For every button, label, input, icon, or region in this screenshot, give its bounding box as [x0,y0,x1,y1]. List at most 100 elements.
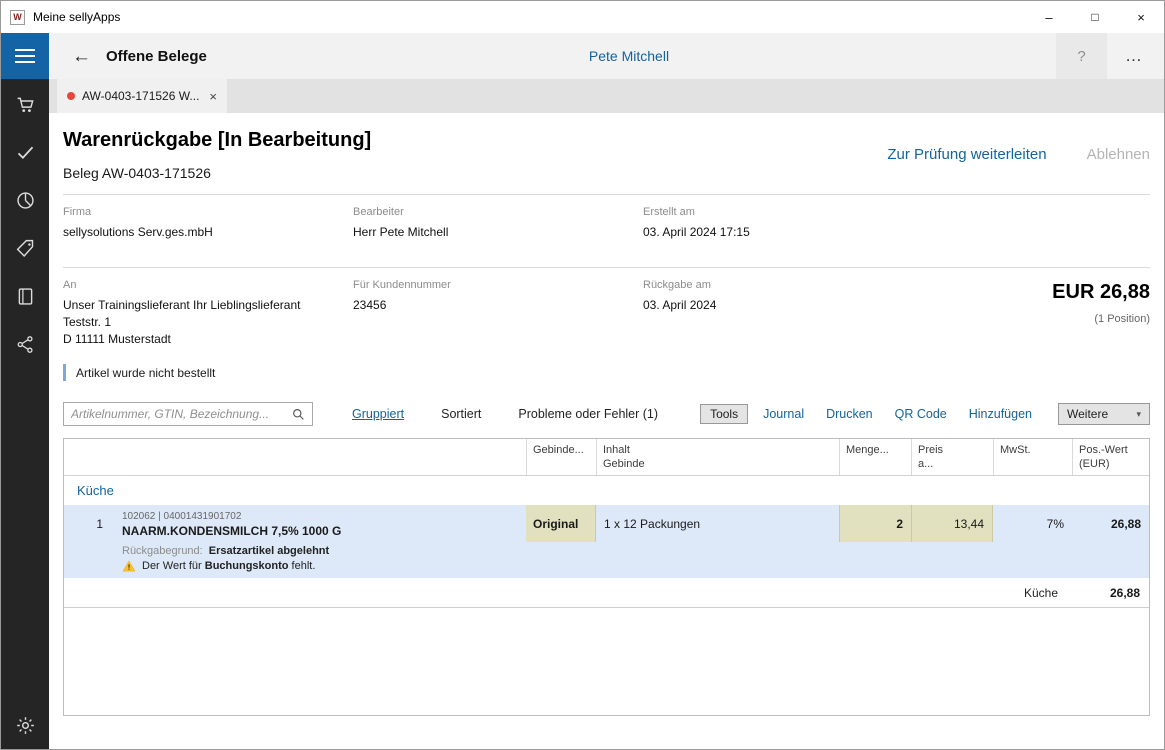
item-toolbar: Gruppiert Sortiert Probleme oder Fehler … [63,402,1150,426]
back-arrow-icon: ← [72,46,91,67]
field-value: Herr Pete Mitchell [353,224,643,241]
field-label: Erstellt am [643,206,1150,218]
pie-chart-icon [15,190,36,211]
share-icon [15,334,36,355]
field-bearbeiter: Bearbeiter Herr Pete Mitchell [353,206,643,241]
cart-icon [15,94,36,115]
document-number: Beleg AW-0403-171526 [63,165,1150,181]
help-button[interactable]: ? [1056,33,1107,79]
field-erstellt-am: Erstellt am 03. April 2024 17:15 [643,206,1150,241]
ellipsis-icon: … [1125,46,1143,66]
fields-row-1: Firma sellysolutions Serv.ges.mbH Bearbe… [63,195,1150,254]
document-total: EUR 26,88 (1 Position) [933,279,1150,348]
add-link[interactable]: Hinzufügen [969,407,1032,421]
col-header-number [64,439,112,475]
reason-label: Rückgabegrund: [122,545,203,557]
print-link[interactable]: Drucken [826,407,873,421]
validation-warning-row: Der Wert für Buchungskonto fehlt. [64,557,1149,572]
col-header-gebinde: Gebinde... [526,439,596,475]
fields-row-2: An Unser Trainingslieferant Ihr Liebling… [63,268,1150,350]
sidebar-item-cart[interactable] [15,94,36,115]
field-rueckgabe-am: Rückgabe am 03. April 2024 [643,279,933,348]
document-note: Artikel wurde nicht bestellt [63,364,1150,381]
table-header-row: Gebinde... InhaltGebinde Menge... Preisa… [64,439,1149,476]
weitere-dropdown[interactable]: Weitere ▾ [1058,403,1150,425]
field-firma: Firma sellysolutions Serv.ges.mbH [63,206,353,241]
app-header: ← Offene Belege Pete Mitchell ? … [1,33,1164,79]
minimize-button[interactable]: – [1026,1,1072,33]
sortiert-toggle[interactable]: Sortiert [441,407,481,421]
gear-icon [15,715,36,736]
back-button[interactable]: ← [72,47,91,66]
window-title: Meine sellyApps [33,10,120,24]
tab-document[interactable]: AW-0403-171526 W... × [57,79,227,113]
close-button[interactable]: × [1118,1,1164,33]
more-options-button[interactable]: … [1112,33,1156,79]
mwst-cell: 7% [993,517,1072,531]
unsaved-dot-icon [67,92,75,100]
return-reason-row: Rückgabegrund: Ersatzartikel abgelehnt [64,542,1149,557]
page-title: Offene Belege [106,48,207,65]
field-an: An Unser Trainingslieferant Ihr Liebling… [63,279,353,348]
sidebar-item-prices[interactable] [15,238,36,259]
price-tag-icon [15,238,36,259]
qr-code-link[interactable]: QR Code [895,407,947,421]
gebinde-cell[interactable]: Original [526,505,596,542]
sidebar-item-share[interactable] [15,334,36,355]
hamburger-icon [15,49,35,51]
preis-cell[interactable]: 13,44 [911,505,993,542]
window-controls: – □ × [1026,1,1164,33]
gruppiert-toggle[interactable]: Gruppiert [352,407,404,421]
item-main-row: 1 102062 | 04001431901702 NAARM.KONDENSM… [64,505,1149,542]
position-count: (1 Position) [933,313,1150,325]
note-marker [63,364,66,381]
summary-group-label: Küche [1024,586,1058,600]
col-header-mwst: MwSt. [993,439,1072,475]
journal-link[interactable]: Journal [763,407,804,421]
checkmark-icon [15,142,36,163]
article-search [63,402,313,426]
field-label: An [63,279,353,291]
reject-link[interactable]: Ablehnen [1087,146,1150,163]
search-icon[interactable] [292,408,305,421]
group-header-kueche[interactable]: Küche [64,476,1149,505]
current-user[interactable]: Pete Mitchell [589,48,669,64]
field-value: 23456 [353,297,643,314]
close-icon: × [1137,10,1145,25]
sidebar-item-tasks[interactable] [15,142,36,163]
col-header-description [112,439,526,475]
tab-close-icon[interactable]: × [209,89,217,104]
sidebar-item-settings[interactable] [15,715,36,736]
note-text: Artikel wurde nicht bestellt [76,366,215,380]
search-input[interactable] [71,407,292,421]
field-label: Bearbeiter [353,206,643,218]
sidebar-item-catalog[interactable] [15,286,36,307]
table-empty-area [64,608,1149,715]
hamburger-menu-button[interactable] [1,33,49,79]
article-description: 102062 | 04001431901702 NAARM.KONDENSMIL… [112,507,526,540]
total-amount: EUR 26,88 [933,281,1150,304]
problems-filter[interactable]: Probleme oder Fehler (1) [518,407,658,421]
tools-button[interactable]: Tools [700,404,748,424]
chevron-down-icon: ▾ [1136,409,1141,420]
forward-for-review-link[interactable]: Zur Prüfung weiterleiten [887,146,1046,163]
tab-label: AW-0403-171526 W... [82,89,199,103]
table-row[interactable]: 1 102062 | 04001431901702 NAARM.KONDENSM… [64,505,1149,578]
document-actions: Zur Prüfung weiterleiten Ablehnen [887,146,1150,163]
help-icon: ? [1077,48,1085,65]
sidebar [1,79,49,749]
positions-table: Gebinde... InhaltGebinde Menge... Preisa… [63,438,1150,716]
sidebar-item-reports[interactable] [15,190,36,211]
menge-cell[interactable]: 2 [839,505,911,542]
maximize-button[interactable]: □ [1072,1,1118,33]
field-value: sellysolutions Serv.ges.mbH [63,224,353,241]
inhalt-cell: 1 x 12 Packungen [596,517,839,531]
summary-group-value: 26,88 [1072,586,1149,600]
recipient-address: Unser Trainingslieferant Ihr Lieblingsli… [63,297,353,348]
group-summary-row: Küche 26,88 [64,578,1149,608]
tab-bar: AW-0403-171526 W... × [49,79,1164,113]
article-name: NAARM.KONDENSMILCH 7,5% 1000 G [122,524,526,538]
col-header-preis: Preisa... [911,439,993,475]
document-header: Warenrückgabe [In Bearbeitung] Zur Prüfu… [63,113,1150,181]
reason-value: Ersatzartikel abgelehnt [209,545,329,557]
